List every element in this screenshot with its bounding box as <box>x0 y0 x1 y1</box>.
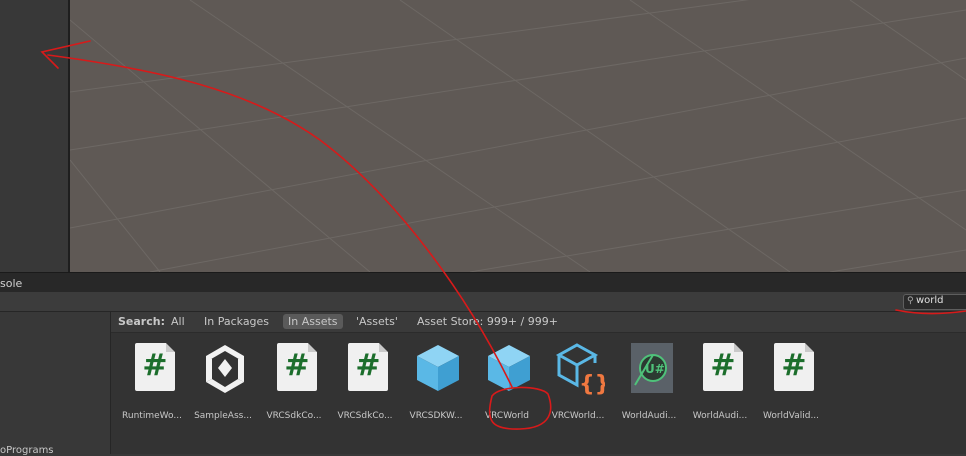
csharp-script-icon: # <box>129 341 179 395</box>
tab-console[interactable]: sole <box>0 277 22 290</box>
csharp-script-icon: # <box>697 341 747 395</box>
asset-label: WorldAudi... <box>621 411 677 421</box>
scene-viewport[interactable] <box>70 0 966 272</box>
svg-text:{}: {} <box>579 372 605 395</box>
search-value: world <box>916 295 944 306</box>
csharp-script-icon: # <box>271 341 321 395</box>
scene-grid <box>70 0 966 272</box>
svg-text:U#: U# <box>645 362 665 376</box>
csharp-script-icon: # <box>768 341 818 395</box>
search-icon: ⚲ <box>907 296 914 306</box>
asset-label: VRCSDKW... <box>409 411 463 421</box>
asset-label: VRCWorld <box>484 411 530 421</box>
prefab-cube-icon <box>413 341 463 395</box>
asset-label: VRCSdkCo... <box>337 411 393 421</box>
console-tab-bar: sole <box>0 272 966 293</box>
asset-grid: # RuntimeWo... SampleAss... # VRCSdkCo..… <box>111 333 966 454</box>
asset-label: WorldAudi... <box>692 411 748 421</box>
prefab-variant-braces-icon: {} <box>555 341 610 397</box>
filter-assets-folder[interactable]: 'Assets' <box>351 314 403 329</box>
hierarchy-panel <box>0 0 68 272</box>
filter-in-packages[interactable]: In Packages <box>199 314 274 329</box>
unity-logo-icon <box>200 341 250 395</box>
asset-label: WorldValid... <box>762 411 820 421</box>
project-toolbar: ⚲ world <box>0 292 966 312</box>
tree-item[interactable]: oPrograms <box>0 445 54 456</box>
asset-label: RuntimeWo... <box>122 411 182 421</box>
filter-all[interactable]: All <box>166 314 190 329</box>
asset-label: VRCWorld... <box>551 411 605 421</box>
udonsharp-icon: U# <box>626 341 676 395</box>
asset-label: SampleAss... <box>194 411 252 421</box>
project-tree: oPrograms <box>0 312 111 456</box>
asset-label: VRCSdkCo... <box>266 411 322 421</box>
search-filter-bar: Search: All In Packages In Assets 'Asset… <box>111 312 966 333</box>
filter-asset-store[interactable]: Asset Store: 999+ / 999+ <box>412 314 563 329</box>
search-filter-label: Search: <box>118 315 165 328</box>
filter-in-assets[interactable]: In Assets <box>283 314 343 329</box>
prefab-cube-icon <box>484 341 534 395</box>
csharp-script-icon: # <box>342 341 392 395</box>
search-input[interactable]: ⚲ world <box>903 294 966 310</box>
